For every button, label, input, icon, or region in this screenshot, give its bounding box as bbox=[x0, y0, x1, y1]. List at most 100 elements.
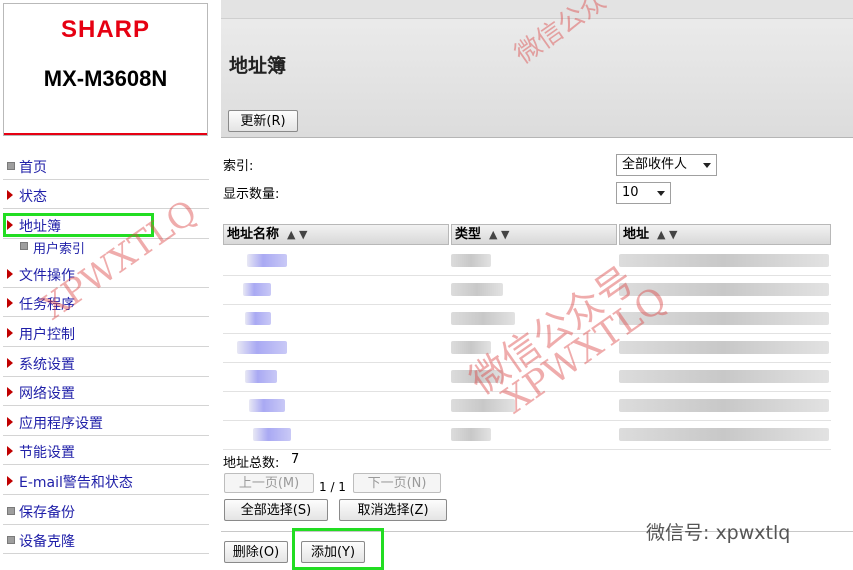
prev-page-button[interactable]: 上一页(M) bbox=[224, 473, 314, 493]
page-header: 地址簿 更新(R) bbox=[221, 0, 853, 138]
square-bullet-icon bbox=[7, 536, 15, 544]
sidebar-item[interactable]: 状态 bbox=[3, 181, 209, 209]
sidebar-item[interactable]: E-mail警告和状态 bbox=[3, 467, 209, 495]
sidebar-item-label: 系统设置 bbox=[19, 357, 75, 373]
sidebar-item[interactable]: 保存备份 bbox=[3, 497, 209, 525]
sidebar-item-label: 应用程序设置 bbox=[19, 416, 103, 432]
arrow-right-icon bbox=[7, 269, 13, 279]
sidebar-item[interactable]: 首页 bbox=[3, 152, 209, 180]
arrow-right-icon bbox=[7, 446, 13, 456]
arrow-right-icon bbox=[7, 476, 13, 486]
redacted-address bbox=[619, 341, 829, 354]
arrow-right-icon bbox=[7, 387, 13, 397]
main-content: 索引: 全部收件人 显示数量: 10 地址名称 ▲ ▼ 类型 ▲ ▼ 地址 ▲ ▼ 地… bbox=[221, 145, 853, 570]
index-select-value: 全部收件人 bbox=[622, 157, 688, 172]
redacted-type bbox=[451, 428, 491, 441]
sidebar-item[interactable]: 系统设置 bbox=[3, 349, 209, 377]
arrow-right-icon bbox=[7, 190, 13, 200]
logo-panel: SHARP MX-M3608N bbox=[3, 3, 208, 136]
next-page-button[interactable]: 下一页(N) bbox=[353, 473, 441, 493]
arrow-right-icon bbox=[7, 417, 13, 427]
total-count-label: 地址总数: bbox=[223, 456, 280, 471]
sidebar-item[interactable]: 设备克隆 bbox=[3, 526, 209, 554]
sidebar-item-label: 用户索引 bbox=[33, 242, 86, 257]
redacted-type bbox=[451, 341, 491, 354]
column-header-type-label: 类型 bbox=[455, 227, 482, 242]
table-row[interactable] bbox=[223, 421, 831, 450]
chevron-down-icon bbox=[703, 163, 711, 168]
table-row[interactable] bbox=[223, 247, 831, 276]
redacted-type bbox=[451, 399, 515, 412]
column-header-type[interactable]: 类型 ▲ ▼ bbox=[451, 224, 617, 245]
sort-icon[interactable]: ▲ ▼ bbox=[287, 228, 307, 241]
count-label: 显示数量: bbox=[223, 187, 280, 202]
arrow-right-icon bbox=[7, 328, 13, 338]
chevron-down-icon bbox=[657, 191, 665, 196]
redacted-type bbox=[451, 370, 503, 383]
table-row[interactable] bbox=[223, 305, 831, 334]
redacted-address bbox=[619, 370, 829, 383]
delete-button[interactable]: 删除(O) bbox=[224, 541, 288, 563]
sidebar-item-label: 保存备份 bbox=[19, 505, 75, 521]
logo-underline bbox=[4, 133, 207, 135]
column-header-name[interactable]: 地址名称 ▲ ▼ bbox=[223, 224, 449, 245]
refresh-button[interactable]: 更新(R) bbox=[228, 110, 298, 132]
redacted-address bbox=[619, 399, 829, 412]
sidebar-item-label: 网络设置 bbox=[19, 386, 75, 402]
sidebar-item-label: 首页 bbox=[19, 160, 47, 176]
redacted-address bbox=[619, 312, 829, 325]
redacted-type bbox=[451, 254, 491, 267]
highlight-box-address-book bbox=[3, 213, 154, 237]
column-header-name-label: 地址名称 bbox=[227, 227, 280, 242]
total-count-value: 7 bbox=[291, 452, 300, 467]
column-header-address[interactable]: 地址 ▲ ▼ bbox=[619, 224, 831, 245]
brand-logo: SHARP bbox=[60, 16, 150, 43]
sidebar-item-label: 任务程序 bbox=[19, 297, 75, 313]
highlight-box-add bbox=[292, 528, 384, 570]
sidebar-item-label: 设备克隆 bbox=[19, 534, 75, 550]
table-row[interactable] bbox=[223, 392, 831, 421]
table-row[interactable] bbox=[223, 363, 831, 392]
square-bullet-icon bbox=[7, 507, 15, 515]
sort-icon[interactable]: ▲ ▼ bbox=[489, 228, 509, 241]
sidebar-item-label: 用户控制 bbox=[19, 327, 75, 343]
sidebar-item[interactable]: 节能设置 bbox=[3, 437, 209, 465]
redacted-address bbox=[619, 254, 829, 267]
index-label: 索引: bbox=[223, 159, 254, 174]
sidebar-item[interactable]: 网络设置 bbox=[3, 378, 209, 406]
sidebar-item-label: 状态 bbox=[19, 189, 47, 205]
arrow-right-icon bbox=[7, 358, 13, 368]
column-header-address-label: 地址 bbox=[623, 227, 650, 242]
redacted-name bbox=[237, 341, 287, 354]
index-select[interactable]: 全部收件人 bbox=[616, 154, 717, 176]
page-title: 地址簿 bbox=[229, 55, 287, 77]
square-bullet-icon bbox=[7, 162, 15, 170]
sidebar-item[interactable]: 文件操作 bbox=[3, 260, 209, 288]
count-select-value: 10 bbox=[622, 185, 639, 200]
table-row[interactable] bbox=[223, 276, 831, 305]
table-row[interactable] bbox=[223, 334, 831, 363]
select-all-button[interactable]: 全部选择(S) bbox=[224, 499, 328, 521]
redacted-type bbox=[451, 283, 503, 296]
redacted-name bbox=[243, 283, 271, 296]
deselect-all-button[interactable]: 取消选择(Z) bbox=[339, 499, 447, 521]
redacted-name bbox=[253, 428, 291, 441]
sidebar-item-label: 节能设置 bbox=[19, 445, 75, 461]
redacted-address bbox=[619, 283, 829, 296]
redacted-name bbox=[245, 312, 271, 325]
square-bullet-icon bbox=[20, 242, 28, 250]
redacted-name bbox=[247, 254, 287, 267]
model-name: MX-M3608N bbox=[43, 66, 168, 91]
sidebar-item[interactable]: 用户控制 bbox=[3, 319, 209, 347]
sidebar-item[interactable]: 任务程序 bbox=[3, 289, 209, 317]
header-strip bbox=[221, 0, 853, 19]
sidebar-item-label: 文件操作 bbox=[19, 268, 75, 284]
sort-icon[interactable]: ▲ ▼ bbox=[657, 228, 677, 241]
redacted-address bbox=[619, 428, 829, 441]
redacted-type bbox=[451, 312, 515, 325]
redacted-name bbox=[249, 399, 285, 412]
sidebar-item-label: E-mail警告和状态 bbox=[19, 475, 133, 491]
sidebar-item[interactable]: 用户索引 bbox=[3, 236, 209, 257]
sidebar-item[interactable]: 应用程序设置 bbox=[3, 408, 209, 436]
count-select[interactable]: 10 bbox=[616, 182, 671, 204]
